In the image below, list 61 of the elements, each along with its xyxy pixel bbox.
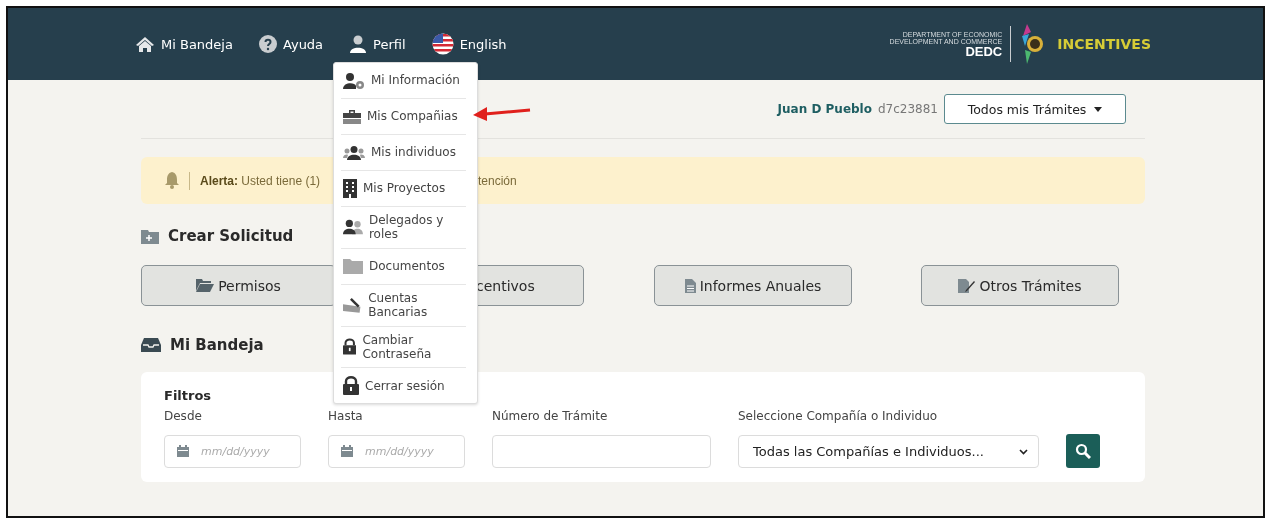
search-button[interactable] xyxy=(1066,434,1100,468)
flag-icon xyxy=(431,33,454,55)
menu-item[interactable]: Mis Compañias xyxy=(341,99,466,135)
menu-item[interactable]: Cuentas Bancarias xyxy=(341,284,466,327)
logo-text: DEDC xyxy=(965,44,1003,58)
inbox-icon xyxy=(141,338,161,352)
check-pen-icon xyxy=(343,296,363,315)
alert-text: Alerta: Usted tiene (1) xyxy=(200,173,321,188)
section-title: Crear Solicitud xyxy=(168,227,294,245)
lock-icon xyxy=(343,337,357,357)
company-select[interactable]: Todas las Compañías e Individuos... xyxy=(738,435,1039,468)
user-icon xyxy=(349,35,368,53)
section-title: Mi Bandeja xyxy=(170,336,264,354)
menu-item[interactable]: Mis individuos xyxy=(341,135,466,171)
input-field[interactable] xyxy=(492,435,711,468)
annotation-arrow xyxy=(473,107,531,121)
field-label: Número de Trámite xyxy=(492,409,609,423)
document-icon xyxy=(684,278,696,293)
group-icon xyxy=(343,145,365,160)
folder-open-icon xyxy=(196,279,215,292)
calendar-icon xyxy=(177,445,189,457)
user-id: d7c23881 xyxy=(877,102,938,116)
home-icon xyxy=(135,36,155,52)
request-type-button[interactable]: Informes Anuales xyxy=(654,265,852,306)
user-gear-icon xyxy=(343,72,365,89)
building-icon xyxy=(343,179,357,198)
nav-link[interactable]: Ayuda xyxy=(258,35,324,53)
menu-item[interactable]: Cambiar Contraseña xyxy=(341,326,466,369)
field-label: Seleccione Compañía o Individuo xyxy=(738,409,939,423)
menu-item[interactable]: Delegados y roles xyxy=(341,207,466,249)
filter-dropdown-button[interactable]: Todos mis Trámites xyxy=(944,94,1126,124)
folder-plus-icon xyxy=(141,228,159,244)
folder-icon xyxy=(343,258,363,274)
date-field[interactable]: mm/dd/yyyy xyxy=(164,435,301,468)
nav-link[interactable]: English xyxy=(431,33,507,55)
menu-item[interactable]: Mi Información xyxy=(341,63,466,99)
logo-icon xyxy=(1019,24,1046,64)
chevron-down-icon xyxy=(1019,448,1028,455)
user-name: Juan D Pueblo xyxy=(777,102,872,116)
help-icon xyxy=(258,35,277,53)
nav-link[interactable]: Mi Bandeja xyxy=(135,36,233,52)
nav-link[interactable]: Perfil xyxy=(349,35,406,53)
logo-text: INCENTIVES xyxy=(1057,36,1151,52)
request-type-button[interactable]: Permisos xyxy=(141,265,336,306)
alert-text: tención xyxy=(478,173,517,188)
bell-icon xyxy=(165,172,179,189)
date-field[interactable]: mm/dd/yyyy xyxy=(328,435,465,468)
caret-icon xyxy=(1094,106,1103,112)
edit-icon xyxy=(958,278,976,293)
request-type-button[interactable]: Otros Trámites xyxy=(921,265,1119,306)
search-icon xyxy=(1075,443,1091,459)
calendar-icon xyxy=(341,445,353,457)
menu-item[interactable]: Cerrar sesión xyxy=(341,368,466,404)
filters-title: Filtros xyxy=(164,388,213,403)
menu-item[interactable]: Mis Proyectos xyxy=(341,171,466,207)
menu-item[interactable]: Documentos xyxy=(341,248,466,285)
field-label: Desde xyxy=(164,409,203,423)
users-icon xyxy=(343,219,363,236)
briefcase-icon xyxy=(343,109,361,124)
lock-icon xyxy=(343,376,359,396)
field-label: Hasta xyxy=(328,409,364,423)
